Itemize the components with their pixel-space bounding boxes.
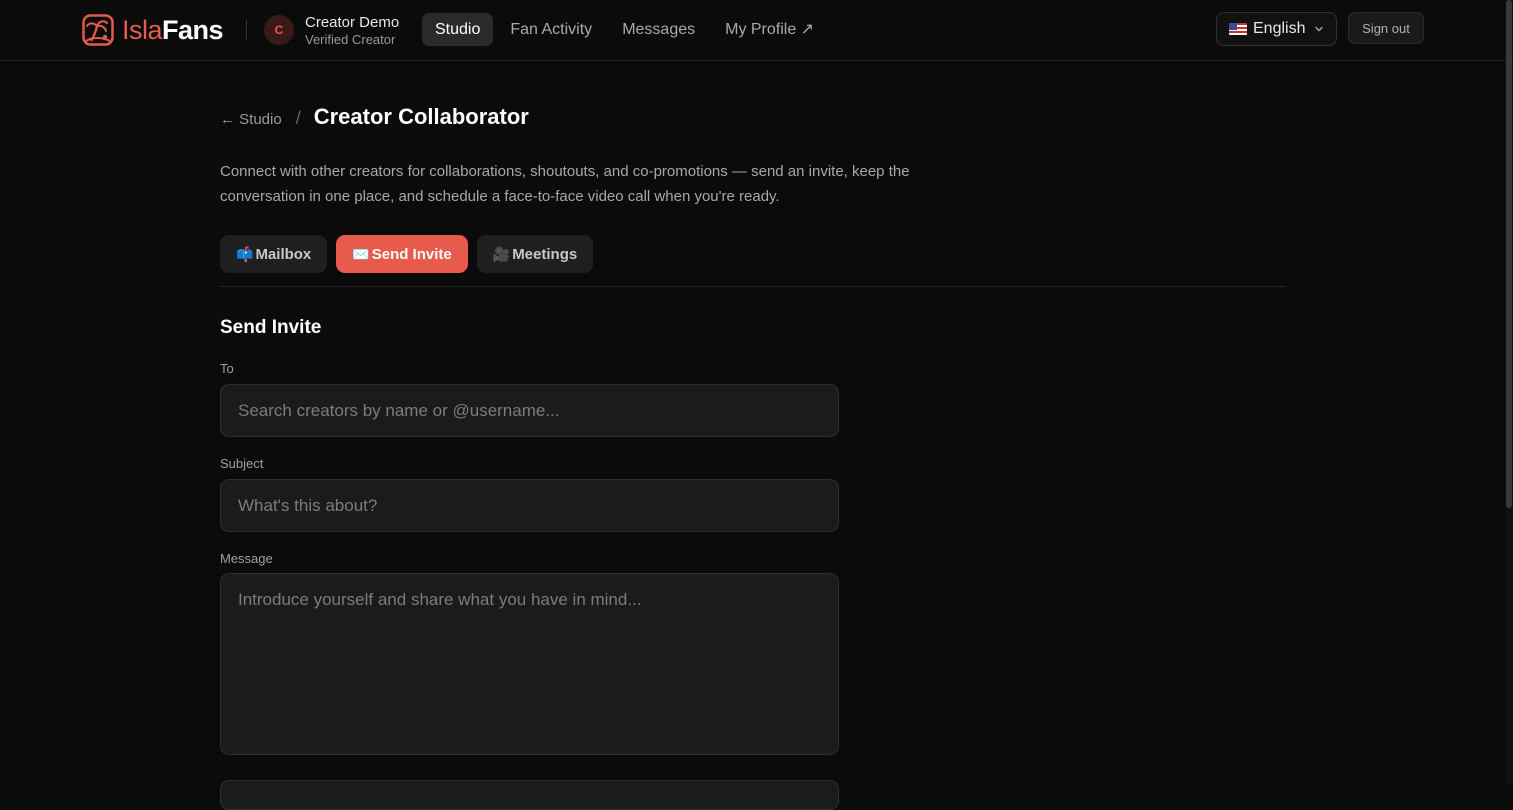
next-form-field[interactable] (220, 780, 839, 810)
header-divider (246, 20, 247, 40)
envelope-icon: ✉️ (352, 245, 370, 262)
nav-item-my-profile[interactable]: My Profile ↗ (712, 13, 827, 46)
language-label: English (1253, 20, 1306, 37)
user-name: Creator Demo (305, 14, 400, 31)
section-title: Send Invite (220, 317, 322, 338)
to-label: To (220, 361, 234, 376)
message-textarea[interactable] (220, 573, 839, 755)
nav-item-studio[interactable]: Studio (422, 13, 494, 46)
user-role: Verified Creator (305, 32, 396, 47)
to-search-input[interactable] (220, 384, 839, 437)
tab-send-invite-label: Send Invite (371, 245, 452, 263)
breadcrumb-separator: / (295, 108, 301, 128)
tab-meetings[interactable]: 🎥 Meetings (476, 235, 594, 273)
video-camera-icon: 🎥 (492, 245, 511, 262)
tab-mailbox[interactable]: 📫 Mailbox (220, 235, 328, 273)
logo-wordmark: IslaFans (122, 14, 224, 46)
tabs-divider (220, 286, 1286, 287)
logo-isla: Isla (122, 15, 163, 45)
us-flag-icon (1229, 23, 1247, 35)
collaborator-tabs: 📫 Mailbox ✉️ Send Invite 🎥 Meetings (220, 235, 602, 273)
page-title: Creator Collaborator (313, 104, 529, 129)
logo-fans: Fans (162, 15, 224, 45)
top-navigation-bar: IslaFans C Creator Demo Verified Creator… (0, 0, 1505, 61)
sign-out-button[interactable]: Sign out (1348, 12, 1424, 44)
tab-meetings-label: Meetings (512, 245, 578, 263)
avatar[interactable]: C (264, 15, 294, 45)
islafans-logo[interactable]: IslaFans (82, 14, 224, 46)
subject-label: Subject (220, 456, 264, 471)
scrollbar-thumb[interactable] (1506, 0, 1512, 508)
back-to-studio-link[interactable]: ← Studio (220, 111, 282, 128)
breadcrumb: ← Studio / Creator Collaborator (220, 104, 529, 130)
page-description: Connect with other creators for collabor… (220, 163, 910, 205)
language-selector[interactable]: English (1216, 12, 1337, 46)
subject-input[interactable] (220, 479, 839, 532)
palm-tree-logo-icon (82, 14, 114, 46)
message-label: Message (220, 551, 273, 566)
nav-item-fan-activity[interactable]: Fan Activity (497, 13, 605, 46)
tab-mailbox-label: Mailbox (255, 245, 312, 263)
main-nav: Studio Fan Activity Messages My Profile … (422, 13, 831, 46)
mailbox-icon: 📫 (236, 245, 254, 262)
tab-send-invite[interactable]: ✉️ Send Invite (336, 235, 468, 273)
nav-item-messages[interactable]: Messages (609, 13, 708, 46)
chevron-down-icon (1315, 26, 1324, 32)
